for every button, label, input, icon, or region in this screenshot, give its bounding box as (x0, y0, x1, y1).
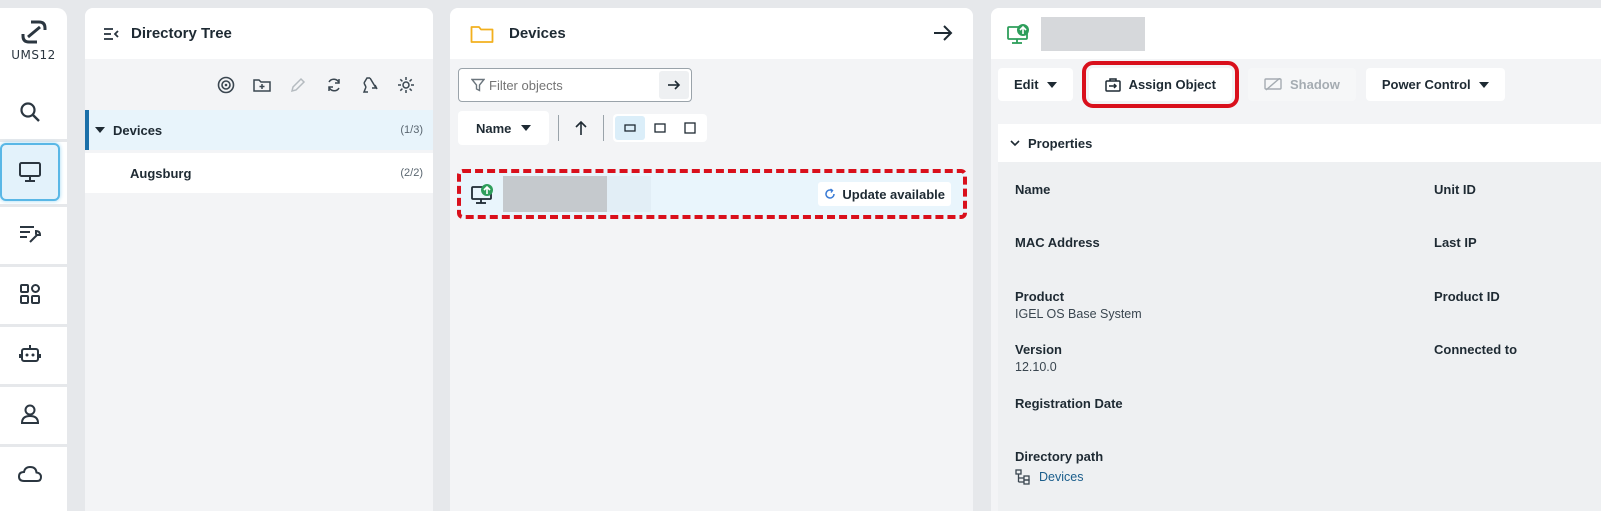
devices-title: Devices (509, 25, 566, 42)
collapse-panel-icon[interactable] (103, 27, 119, 41)
details-header (991, 8, 1601, 59)
edit-menu-button[interactable]: Edit (998, 68, 1073, 101)
update-available-badge: Update available (818, 182, 951, 206)
settings-gear-icon[interactable] (395, 74, 417, 96)
device-title-redacted (1041, 16, 1145, 51)
device-name-redacted (503, 176, 607, 212)
field-name: Name (1015, 182, 1051, 197)
tree-item-count: (1/3) (400, 124, 423, 136)
device-details-panel: Edit Assign Object Shadow Power Control … (991, 8, 1601, 511)
power-control-label: Power Control (1381, 77, 1471, 92)
arrow-right-icon[interactable] (933, 24, 953, 42)
tree-item-label: Devices (113, 122, 163, 138)
shadow-label: Shadow (1289, 77, 1340, 92)
sort-toolbar: Name (458, 111, 708, 145)
target-icon[interactable] (215, 74, 237, 96)
power-control-button[interactable]: Power Control (1365, 68, 1505, 101)
field-registration-date: Registration Date (1015, 396, 1123, 411)
assign-object-icon (1104, 77, 1121, 92)
version-value: 12.10.0 (1015, 360, 1057, 374)
devices-header: Devices (450, 8, 973, 59)
chevron-down-icon (1046, 81, 1057, 88)
monitor-icon (19, 162, 41, 182)
expand-caret-icon[interactable] (95, 127, 105, 133)
shadow-button[interactable]: Shadow (1247, 68, 1356, 101)
details-toolbar: Edit Assign Object Shadow Power Control (998, 61, 1505, 108)
edit-pencil-icon[interactable] (287, 74, 309, 96)
filter-input[interactable] (485, 77, 655, 93)
tree-header: Directory Tree (85, 8, 433, 59)
config-wrench-icon (20, 226, 42, 243)
ums-logo-icon (21, 20, 46, 44)
device-row[interactable]: Update available (457, 169, 967, 219)
logo-text: UMS12 (11, 48, 56, 62)
recycle-bin-icon[interactable] (359, 74, 381, 96)
field-version: Version 12.10.0 (1015, 342, 1062, 374)
directory-tree-icon (1015, 469, 1030, 485)
device-update-icon (471, 183, 495, 205)
chevron-down-icon (521, 125, 532, 131)
chevron-down-icon (1010, 140, 1020, 147)
badge-label: Update available (842, 186, 945, 202)
refresh-icon[interactable] (323, 74, 345, 96)
filter-funnel-icon (471, 78, 485, 92)
field-last-ip: Last IP (1434, 235, 1477, 250)
tree-title: Directory Tree (131, 25, 232, 42)
view-medium-button[interactable] (645, 116, 675, 140)
cloud-icon (17, 465, 43, 482)
nav-rail: UMS12 (0, 8, 67, 511)
field-mac-address: MAC Address (1015, 235, 1100, 250)
view-large-button[interactable] (675, 116, 705, 140)
folder-icon (470, 24, 494, 44)
apps-icon (20, 284, 40, 304)
sort-by-label: Name (476, 120, 512, 136)
chevron-down-icon (1478, 81, 1489, 88)
tree-toolbar (85, 65, 433, 105)
rail-configuration-button[interactable] (0, 205, 60, 263)
sort-by-button[interactable]: Name (458, 111, 550, 145)
search-icon (20, 102, 40, 122)
sort-ascending-icon[interactable] (568, 120, 594, 136)
properties-header[interactable]: Properties (998, 124, 1601, 162)
rail-cloud-button[interactable] (0, 445, 60, 503)
rail-automation-button[interactable] (0, 325, 60, 383)
robot-icon (19, 345, 41, 362)
tree-item-augsburg[interactable]: Augsburg (2/2) (85, 153, 433, 193)
directory-path-link[interactable]: Devices (1015, 469, 1103, 485)
shadow-icon (1264, 77, 1282, 91)
rail-users-button[interactable] (0, 385, 60, 443)
tree-item-count: (2/2) (400, 167, 423, 179)
tree-item-devices[interactable]: Devices (1/3) (85, 110, 433, 150)
field-product: Product IGEL OS Base System (1015, 289, 1142, 321)
edit-label: Edit (1014, 77, 1039, 92)
rail-devices-button[interactable] (0, 143, 60, 201)
rail-apps-button[interactable] (0, 265, 60, 323)
properties-section: Properties Name Unit ID MAC Address Last… (998, 124, 1601, 511)
field-connected-to: Connected to (1434, 342, 1518, 357)
directory-path-value: Devices (1039, 470, 1084, 484)
assign-object-button[interactable]: Assign Object (1081, 61, 1240, 108)
app-logo: UMS12 (0, 12, 67, 70)
arrow-right-icon (668, 80, 681, 90)
tree-item-label: Augsburg (130, 165, 192, 181)
field-unit-id: Unit ID (1434, 182, 1476, 197)
rail-search-button[interactable] (0, 83, 60, 141)
device-update-icon (1007, 23, 1031, 45)
view-size-group (613, 114, 708, 142)
filter-apply-button[interactable] (659, 71, 689, 99)
user-icon (20, 404, 40, 424)
properties-title: Properties (1028, 135, 1093, 151)
new-folder-icon[interactable] (251, 74, 273, 96)
product-value: IGEL OS Base System (1015, 307, 1142, 321)
devices-panel: Devices Name (450, 8, 973, 511)
filter-box (458, 68, 692, 102)
directory-tree-panel: Directory Tree Devices (1/3) Augsburg (2… (85, 8, 433, 511)
assign-object-label: Assign Object (1128, 77, 1216, 92)
field-directory-path: Directory path Devices (1015, 449, 1104, 485)
update-refresh-icon (825, 188, 836, 199)
view-small-button[interactable] (615, 116, 646, 140)
field-product-id: Product ID (1434, 289, 1500, 304)
